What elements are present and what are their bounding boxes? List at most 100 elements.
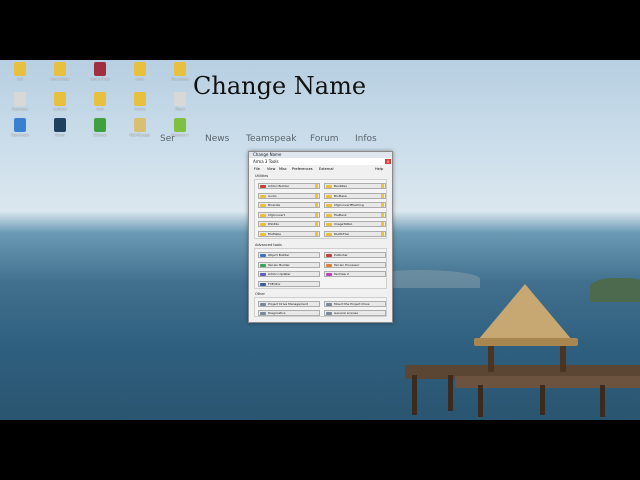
desktop-icon-label: backend (53, 107, 67, 111)
tool-icon (326, 223, 332, 226)
nav-link[interactable]: News (205, 134, 229, 144)
desktop-icon-label: TeamViewer (10, 133, 30, 137)
warning-icon (381, 231, 384, 236)
advanced-tool-button[interactable]: Terrain Processor (324, 261, 386, 268)
app-icon (134, 62, 146, 76)
desktop-icon[interactable]: tools (80, 92, 120, 111)
tool-icon (326, 311, 332, 315)
desktop-icon[interactable]: Steam (40, 118, 80, 137)
advanced-tool-button[interactable]: Addon Updater (258, 271, 320, 277)
utility-button[interactable]: BinMake (324, 192, 386, 199)
app-icon (14, 62, 26, 76)
desktop-icon[interactable]: Arma 3 Tools (80, 62, 120, 81)
desktop-icon-label: Steam (55, 133, 65, 137)
tool-icon (326, 263, 332, 267)
desktop-icon-label: CCleaner (93, 133, 107, 137)
menu-file[interactable]: File (254, 166, 260, 172)
other-button[interactable]: Diagnostics (258, 309, 320, 316)
tool-icon (260, 311, 266, 315)
menu-misc[interactable]: Misc (279, 166, 287, 172)
utility-button[interactable]: BankRev (324, 183, 386, 189)
warning-icon (315, 212, 318, 217)
desktop-icon[interactable]: Addons (120, 92, 160, 111)
utility-button[interactable]: FileMake (258, 230, 320, 237)
utility-button[interactable]: Addon Builder (258, 183, 320, 189)
menu-preferences[interactable]: Preferences (292, 166, 313, 172)
app-icon (14, 92, 26, 106)
utility-button[interactable]: PAAToTGA (324, 230, 386, 237)
tool-icon (326, 232, 332, 236)
page-title: Change Name (193, 72, 367, 100)
menu-help[interactable]: Help (375, 166, 383, 172)
advanced-tool-button[interactable]: Terrain Builder (258, 261, 320, 268)
utility-button[interactable]: CfgConvertFileChng (324, 202, 386, 208)
app-icon (94, 92, 106, 106)
close-button[interactable]: x (385, 159, 391, 164)
nav-link[interactable]: Forum (310, 134, 339, 144)
tool-icon (260, 213, 266, 217)
desktop-icon[interactable]: Aria (0, 62, 40, 81)
app-icon (54, 92, 66, 106)
other-button[interactable]: Project Drive Management (258, 301, 320, 307)
desktop-icon[interactable]: Arma Bridge (40, 62, 80, 81)
tool-button-label: ImageToPAA (334, 222, 353, 226)
tool-button-label: PAAToTGA (334, 231, 349, 236)
letterbox-bottom (0, 420, 640, 480)
tool-button-label: TexView 2 (334, 272, 349, 276)
app-icon (174, 92, 186, 106)
utility-button[interactable]: DSUtils (258, 221, 320, 227)
other-button[interactable]: Mount the Project Drive (324, 301, 386, 307)
utility-button[interactable]: CfgConvert (258, 211, 320, 218)
nav-link[interactable]: Teamspeak (246, 134, 296, 144)
desktop-icon[interactable]: CCleaner (80, 118, 120, 137)
tool-icon (260, 204, 266, 207)
tool-icon (326, 194, 332, 198)
warning-icon (315, 184, 318, 188)
nav-link[interactable]: Infos (355, 134, 377, 144)
desktop-icon[interactable]: TeamViewer (0, 118, 40, 137)
tool-icon (326, 185, 332, 188)
tool-button-label: BinMake (334, 193, 347, 198)
hut-roof (478, 284, 572, 340)
advanced-tool-button[interactable]: Object Builder (258, 252, 320, 258)
other-button[interactable]: General License (324, 309, 386, 316)
tool-button-label: Object Builder (268, 253, 290, 257)
tool-icon (260, 232, 266, 236)
tool-button-label: Audio (268, 193, 277, 198)
tool-button-label: CfgConvert (268, 212, 285, 217)
utility-button[interactable]: ImageToPAA (324, 221, 386, 227)
desktop-icon[interactable]: Papierkorb (0, 92, 40, 111)
utility-button[interactable]: Audio (258, 192, 320, 199)
hut-roof-edge (474, 338, 578, 346)
desktop-icon[interactable]: cover (120, 62, 160, 81)
island-right (590, 278, 640, 302)
menubar: File View Misc Preferences External Help (249, 166, 392, 172)
advanced-tool-button[interactable]: FXEditor (258, 280, 320, 287)
tool-button-label: Addon Updater (268, 272, 291, 276)
tool-icon (260, 254, 266, 257)
tool-icon (260, 223, 266, 226)
warning-icon (381, 212, 384, 217)
tool-button-label: Project Drive Management (268, 302, 308, 306)
desktop-icon[interactable]: backend (40, 92, 80, 111)
warning-icon (315, 231, 318, 236)
utilities-label: Utilities (255, 174, 269, 178)
app-icon (174, 62, 186, 76)
desktop-icon-label: Papierkorb (12, 107, 28, 111)
advanced-group: Object Builder Publisher Terrain Builder Te… (254, 248, 387, 289)
tool-icon (326, 254, 332, 257)
utility-button[interactable]: Binarize (258, 202, 320, 208)
app-icon (94, 62, 106, 76)
advanced-tool-button[interactable]: Publisher (324, 252, 386, 258)
advanced-tool-button[interactable]: TexView 2 (324, 271, 386, 277)
nav-link[interactable]: Ser (160, 134, 175, 144)
window-title: Arma 3 Tools (249, 158, 392, 165)
menu-external[interactable]: External (319, 166, 334, 172)
tool-icon (326, 303, 332, 306)
desktop-icon[interactable]: PBO Manager (120, 118, 160, 137)
tool-icon (260, 273, 266, 276)
utility-button[interactable]: FileBank (324, 211, 386, 218)
desktop-icon-label: PBO Manager (129, 133, 151, 137)
menu-view[interactable]: View (267, 166, 275, 172)
pier-leg (540, 385, 545, 415)
